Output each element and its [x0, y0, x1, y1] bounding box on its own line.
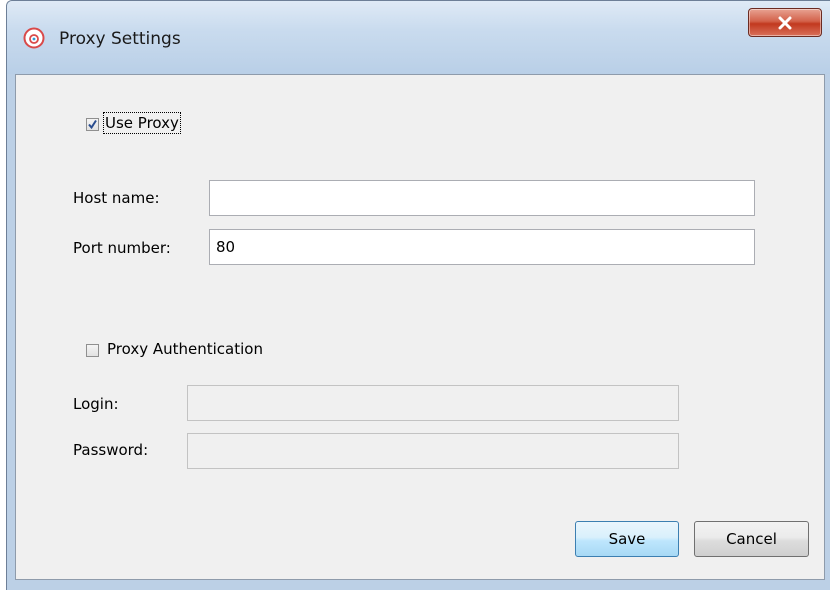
port-number-input[interactable] — [209, 229, 755, 265]
password-label: Password: — [73, 441, 149, 459]
port-number-label: Port number: — [73, 239, 171, 257]
use-proxy-checkbox[interactable] — [86, 118, 99, 131]
cloud-icon — [23, 27, 45, 49]
login-input[interactable] — [187, 385, 679, 421]
window-title: Proxy Settings — [59, 29, 181, 49]
checkmark-icon — [88, 119, 97, 130]
save-button[interactable]: Save — [575, 521, 679, 557]
proxy-authentication-label[interactable]: Proxy Authentication — [107, 340, 263, 358]
close-icon — [778, 16, 792, 30]
host-name-input[interactable] — [209, 180, 755, 216]
proxy-authentication-checkbox[interactable] — [86, 344, 99, 357]
password-input[interactable] — [187, 433, 679, 469]
close-button[interactable] — [748, 8, 822, 37]
proxy-settings-window: Proxy Settings Use Proxy Host name: Port… — [6, 0, 830, 590]
cancel-button[interactable]: Cancel — [694, 521, 809, 557]
login-label: Login: — [73, 395, 119, 413]
host-name-label: Host name: — [73, 189, 160, 207]
settings-panel: Use Proxy Host name: Port number: Proxy … — [15, 74, 825, 580]
use-proxy-label[interactable]: Use Proxy — [103, 112, 181, 134]
title-bar[interactable]: Proxy Settings — [7, 1, 830, 74]
